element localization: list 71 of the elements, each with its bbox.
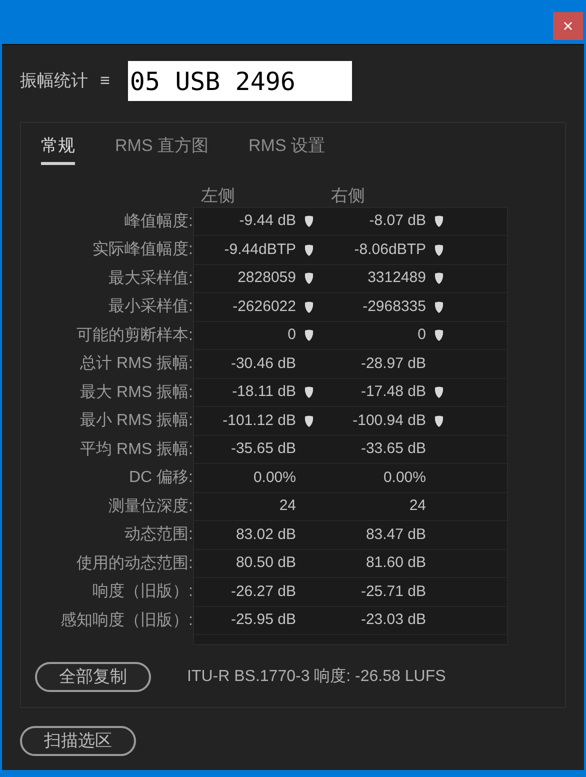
value-cell-text: 0 bbox=[288, 325, 296, 345]
marker-icon[interactable] bbox=[434, 300, 444, 313]
column-header: 左侧 bbox=[200, 184, 236, 206]
tab[interactable]: 常规 bbox=[41, 131, 75, 164]
row-label: 测量位深度: bbox=[108, 496, 193, 516]
marker-icon[interactable] bbox=[304, 272, 314, 284]
row-label: 实际峰值幅度: bbox=[92, 240, 193, 260]
marker-icon[interactable] bbox=[304, 300, 314, 313]
value-cell-text: -28.97 dB bbox=[360, 354, 426, 374]
scan-selection-button[interactable]: 扫描选区 bbox=[20, 726, 136, 756]
name-field[interactable]: 05 USB 2496 bbox=[128, 61, 352, 101]
value-cell-text: 0.00% bbox=[253, 468, 296, 488]
row-label: 使用的动态范围: bbox=[76, 554, 193, 574]
value-cell-text: 3312489 bbox=[368, 268, 426, 288]
row-label: 动态范围: bbox=[124, 524, 193, 545]
marker-icon[interactable] bbox=[434, 272, 444, 284]
row-label: 最大采样值: bbox=[108, 268, 193, 288]
row-label: 感知响度（旧版）: bbox=[60, 610, 193, 630]
value-cell-text: -9.44dBTP bbox=[224, 240, 296, 260]
marker-icon[interactable] bbox=[304, 386, 314, 398]
close-button[interactable]: × bbox=[553, 12, 583, 40]
marker-icon[interactable] bbox=[304, 244, 314, 256]
value-cell-text: -25.95 dB bbox=[230, 610, 296, 630]
value-cell-text: 24 bbox=[409, 496, 426, 516]
value-cell-text: 2828059 bbox=[238, 268, 296, 288]
value-cell-text: -101.12 dB bbox=[222, 410, 296, 430]
row-label: 总计 RMS 振幅: bbox=[80, 354, 193, 374]
marker-icon[interactable] bbox=[304, 329, 314, 342]
marker-icon[interactable] bbox=[304, 215, 314, 228]
row-label: 响度（旧版）: bbox=[92, 582, 193, 602]
marker-icon[interactable] bbox=[304, 414, 314, 427]
value-cell-text: -17.48 dB bbox=[360, 382, 426, 402]
value-cell-text: -23.03 dB bbox=[360, 610, 426, 630]
value-cell-text: -8.07 dB bbox=[369, 211, 426, 231]
menu-button[interactable]: ≡ bbox=[100, 68, 110, 94]
value-cell-text: 80.50 dB bbox=[236, 553, 296, 573]
value-cell-text: -30.46 dB bbox=[230, 354, 296, 374]
row-label: 最大 RMS 振幅: bbox=[80, 382, 193, 402]
value-cell-text: -26.27 dB bbox=[230, 582, 296, 602]
value-cell-text: 83.02 dB bbox=[236, 524, 296, 544]
value-cell-text: 24 bbox=[279, 496, 296, 516]
value-cell-text: -2626022 bbox=[232, 296, 296, 316]
marker-icon[interactable] bbox=[434, 329, 444, 342]
value-cell-text: -9.44 dB bbox=[239, 211, 296, 231]
marker-icon[interactable] bbox=[434, 386, 444, 398]
row-label: 峰值幅度: bbox=[124, 212, 193, 232]
tab[interactable]: RMS 设置 bbox=[248, 131, 325, 164]
marker-icon[interactable] bbox=[434, 414, 444, 427]
value-cell-text: -35.65 dB bbox=[230, 439, 296, 459]
row-label: 可能的剪断样本: bbox=[76, 326, 193, 346]
panel-title: 振幅统计 bbox=[20, 70, 88, 92]
value-cell-text: -8.06dBTP bbox=[354, 240, 426, 260]
value-cell-text: 0.00% bbox=[383, 468, 426, 488]
row-label: DC 偏移: bbox=[129, 468, 193, 488]
value-cell-text: -25.71 dB bbox=[360, 582, 426, 602]
value-cell-text: -2968335 bbox=[362, 296, 426, 316]
row-label: 最小采样值: bbox=[108, 296, 193, 317]
tab[interactable]: RMS 直方图 bbox=[115, 131, 208, 164]
row-label: 最小 RMS 振幅: bbox=[80, 410, 193, 431]
marker-icon[interactable] bbox=[434, 244, 444, 256]
value-cell-text: -100.94 dB bbox=[352, 410, 426, 430]
marker-icon[interactable] bbox=[434, 215, 444, 228]
column-header: 右侧 bbox=[330, 184, 366, 206]
row-label: 平均 RMS 振幅: bbox=[80, 440, 193, 460]
value-cell-text: 83.47 dB bbox=[366, 524, 426, 544]
value-cell-text: -33.65 dB bbox=[360, 439, 426, 459]
copy-all-button[interactable]: 全部复制 bbox=[35, 662, 151, 692]
value-cell-text: -18.11 dB bbox=[232, 382, 296, 402]
value-cell-text: 0 bbox=[418, 325, 426, 345]
value-cell-text: 81.60 dB bbox=[366, 553, 426, 573]
loudness-text: ITU-R BS.1770-3 响度: -26.58 LUFS bbox=[187, 666, 446, 687]
